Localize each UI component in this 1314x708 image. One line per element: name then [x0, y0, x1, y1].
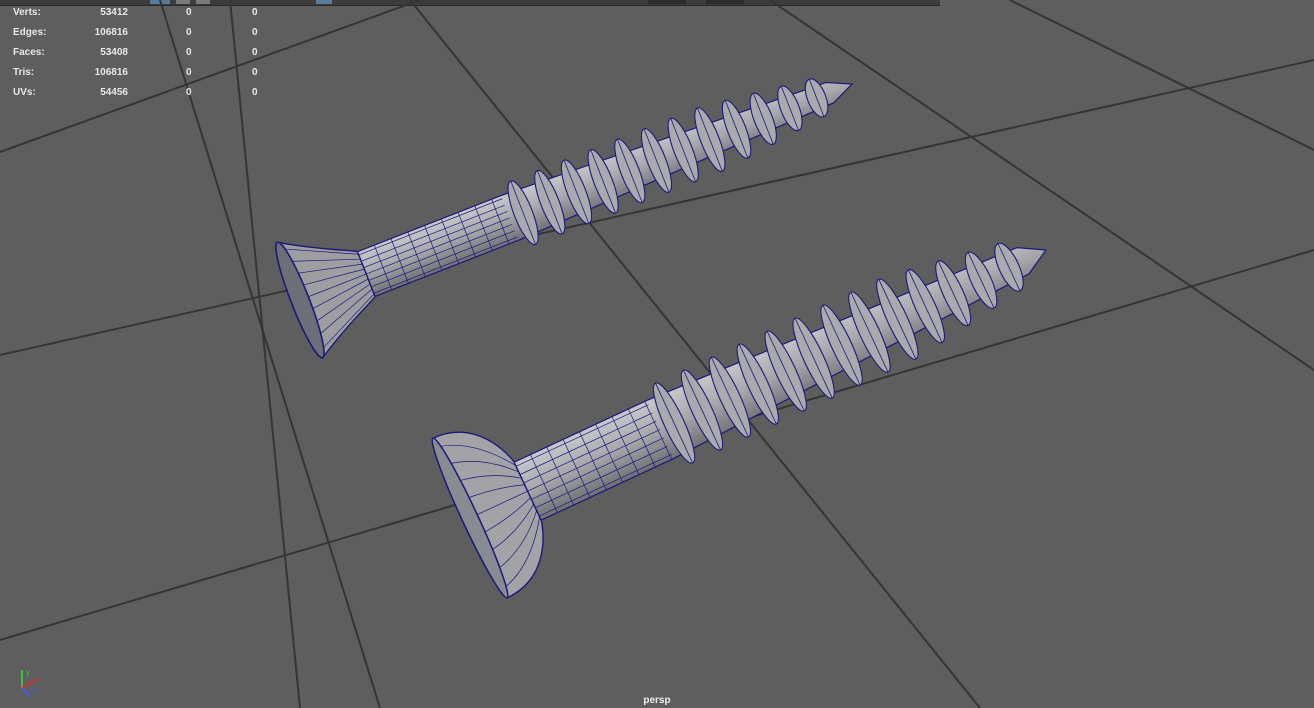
hud-v2: 0 — [186, 67, 192, 78]
hud-v1: 53408 — [100, 47, 128, 58]
hud-label: Verts: — [13, 7, 41, 18]
hud-v2: 0 — [186, 7, 192, 18]
hud-v2: 0 — [186, 47, 192, 58]
hud-v1: 106816 — [94, 27, 128, 38]
hud-row: Tris: 106816 0 0 — [0, 65, 270, 85]
hud-row: Edges: 106816 0 0 — [0, 25, 270, 45]
hud-v2: 0 — [186, 27, 192, 38]
axis-label: x — [36, 675, 40, 684]
screw-flat-head-mesh[interactable] — [269, 26, 875, 361]
viewport-perspective[interactable]: yzx Verts: 53412 0 0 Edges: 106816 0 0 Faces: 534… — [0, 0, 1314, 708]
hud-v1: 106816 — [94, 67, 128, 78]
hud-v3: 0 — [252, 67, 258, 78]
axis-gizmo: yzx — [21, 668, 40, 697]
hud-label: Tris: — [13, 67, 35, 78]
hud-v3: 0 — [252, 27, 258, 38]
ground-grid — [0, 0, 1314, 708]
hud-v1: 53412 — [100, 7, 128, 18]
hud-label: Faces: — [13, 47, 45, 58]
hud-row: Faces: 53408 0 0 — [0, 45, 270, 65]
axis-label: z — [33, 686, 37, 695]
hud-label: UVs: — [13, 87, 36, 98]
hud-row: Verts: 53412 0 0 — [0, 5, 270, 25]
hud-label: Edges: — [13, 27, 47, 38]
hud-v2: 0 — [186, 87, 192, 98]
camera-name-label: persp — [643, 695, 671, 706]
axis-label: y — [26, 668, 30, 677]
hud-v3: 0 — [252, 87, 258, 98]
hud-v3: 0 — [252, 47, 258, 58]
hud-v3: 0 — [252, 7, 258, 18]
poly-count-hud: Verts: 53412 0 0 Edges: 106816 0 0 Faces: 53408 0 0… — [0, 5, 270, 105]
hud-v1: 54456 — [100, 87, 128, 98]
scene-canvas[interactable]: yzx — [0, 0, 1314, 708]
hud-row: UVs: 54456 0 0 — [0, 85, 270, 105]
